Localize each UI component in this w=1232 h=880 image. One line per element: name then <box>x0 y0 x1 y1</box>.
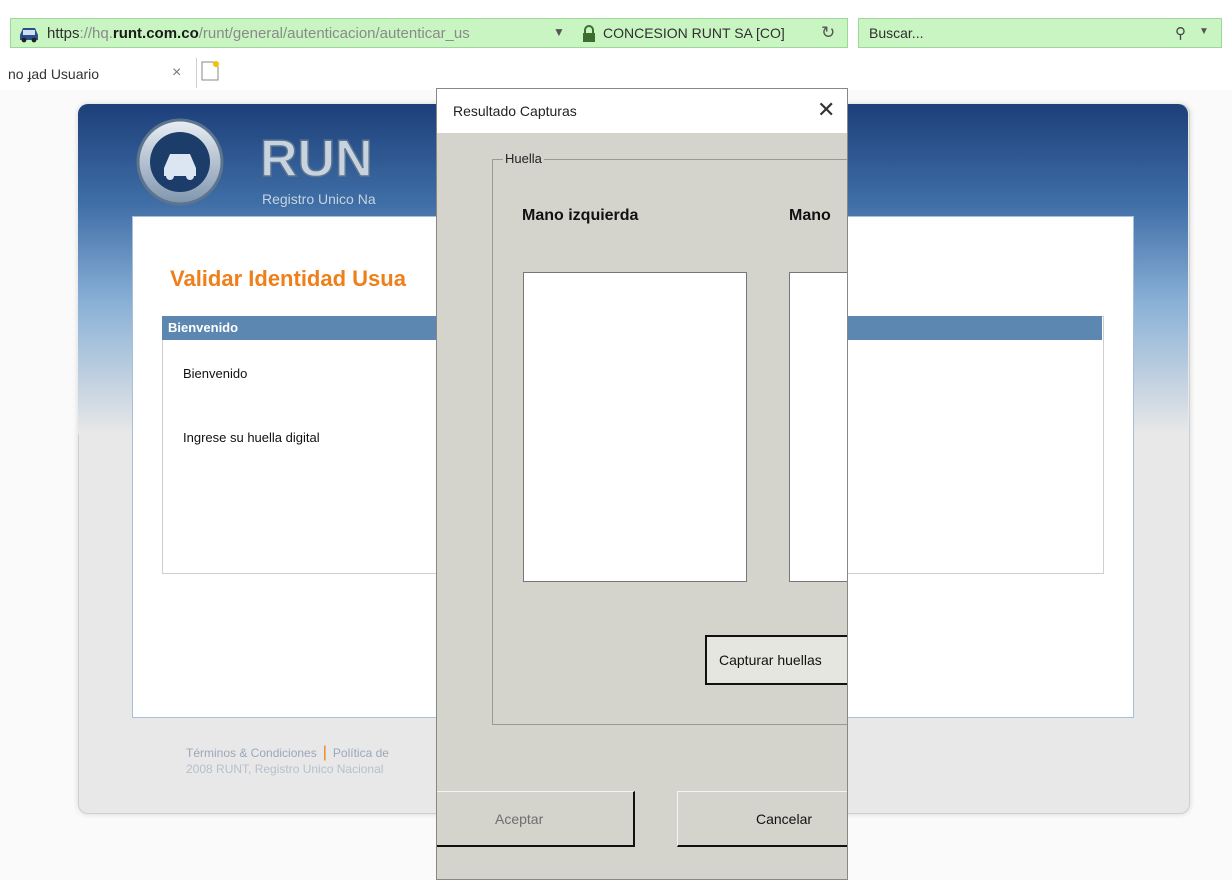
search-input[interactable]: Buscar... <box>869 25 923 41</box>
cancel-button[interactable]: Cancelar <box>677 791 847 847</box>
terms-link[interactable]: Términos & Condiciones <box>186 746 317 760</box>
left-hand-label: Mano izquierda <box>522 207 639 224</box>
address-bar[interactable]: https://hq.runt.com.co/runt/general/aute… <box>10 18 848 48</box>
welcome-text: Bienvenido <box>183 366 248 381</box>
url-separator: ://hq. <box>79 25 113 42</box>
capture-results-dialog: Resultado Capturas ✕ Huella Mano izquier… <box>436 88 848 880</box>
capture-fingerprints-button[interactable]: Capturar huellas <box>705 635 847 685</box>
tab-title: no ɟad Usuario <box>8 66 100 82</box>
search-dropdown-icon[interactable]: ▼ <box>1199 26 1209 37</box>
close-icon[interactable]: ✕ <box>817 97 835 123</box>
url-scheme: https <box>47 25 80 42</box>
left-hand-fingerprint-box <box>523 272 747 582</box>
new-tab-icon[interactable] <box>200 60 220 82</box>
url-path: /runt/general/autenticacion/autenticar_u… <box>198 25 470 42</box>
dialog-titlebar: Resultado Capturas ✕ <box>437 89 847 133</box>
search-box[interactable]: Buscar... ⚲ ▼ <box>858 18 1222 48</box>
site-identity: CONCESION RUNT SA [CO] <box>603 25 785 41</box>
dropdown-arrow-icon[interactable]: ▼ <box>553 25 565 39</box>
browser-tab[interactable]: no ɟad Usuario × <box>0 58 197 88</box>
footer-copyright: 2008 RUNT, Registro Unico Nacional <box>186 762 384 776</box>
footer-links: Términos & Condiciones | Política de <box>186 744 389 762</box>
policy-link[interactable]: Política de <box>333 746 389 760</box>
accept-button[interactable]: Aceptar <box>437 791 635 847</box>
tab-close-icon[interactable]: × <box>172 64 181 82</box>
footer-separator: | <box>322 744 327 761</box>
url-text[interactable]: https://hq.runt.com.co/runt/general/aute… <box>47 25 470 42</box>
dialog-title: Resultado Capturas <box>453 103 577 119</box>
right-hand-fingerprint-box <box>789 272 847 582</box>
search-icon[interactable]: ⚲ <box>1175 24 1186 42</box>
logo-subtitle: Registro Unico Na <box>262 191 376 207</box>
runt-logo: RUN Registro Unico Na <box>136 116 436 216</box>
fingerprint-instruction: Ingrese su huella digital <box>183 430 320 445</box>
tab-bar: no ɟad Usuario × <box>0 54 1232 90</box>
page-title: Validar Identidad Usua <box>170 266 406 291</box>
url-host: runt.com.co <box>112 25 199 42</box>
lock-icon <box>581 25 597 43</box>
right-hand-label: Mano <box>789 207 831 224</box>
panel-header-text: Bienvenido <box>168 320 239 335</box>
refresh-icon[interactable]: ↻ <box>821 23 835 43</box>
group-label: Huella <box>503 151 544 166</box>
logo-text: RUN <box>260 130 373 188</box>
site-car-icon <box>17 23 41 43</box>
